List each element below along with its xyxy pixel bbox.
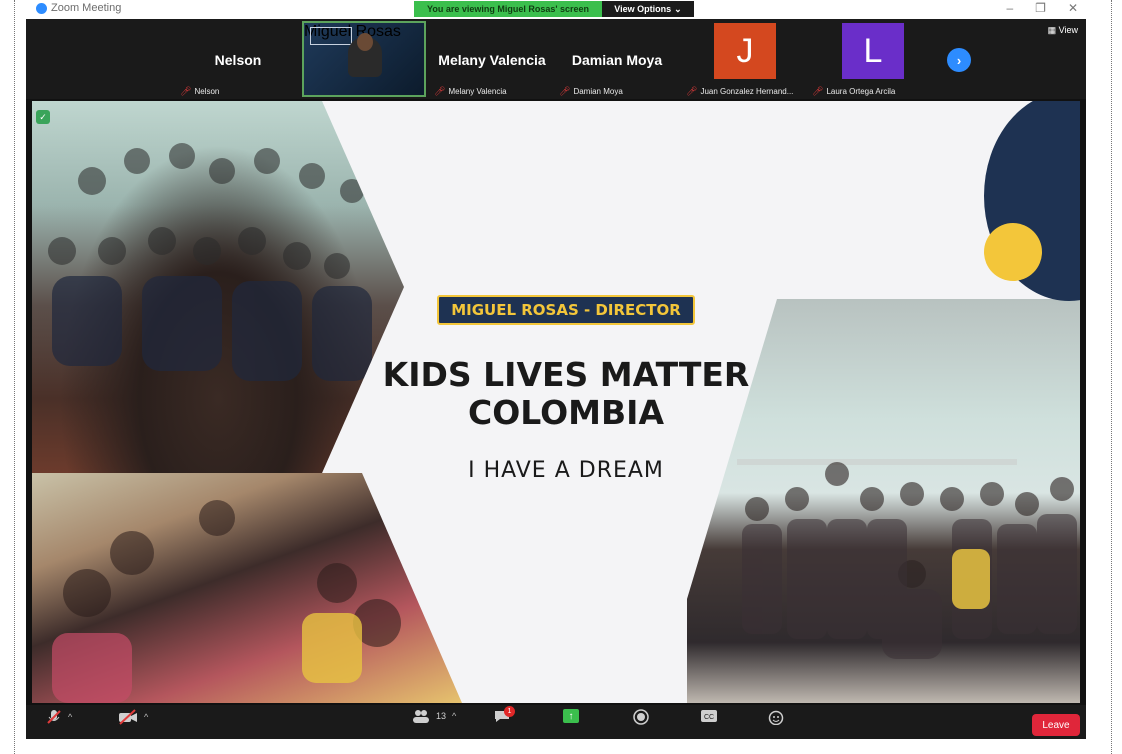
participant-name: Melany Valencia — [438, 52, 546, 68]
view-options-button[interactable]: View Options ⌄ — [602, 1, 694, 17]
participant-label-text: Melany Valencia — [448, 87, 507, 96]
title-bar: Zoom Meeting You are viewing Miguel Rosa… — [26, 0, 1086, 19]
muted-mic-icon: 🎤︎ — [559, 86, 571, 96]
muted-mic-icon: 🎤︎ — [180, 86, 192, 96]
slide-subtitle: MIGUEL ROSAS - DIRECTOR — [437, 295, 695, 325]
view-options-label: View Options — [614, 4, 672, 14]
view-button[interactable]: ▦ View — [1048, 25, 1078, 36]
participant-label: 🎤︎ Melany Valencia — [434, 86, 507, 97]
svg-text:CC: CC — [704, 714, 714, 721]
muted-mic-icon: 🎤︎ — [434, 86, 446, 96]
mute-button[interactable]: ^ — [46, 709, 72, 725]
group-photo-figures — [52, 500, 445, 703]
presentation-slide: ✓ MIGUEL ROSAS - DIRECTOR KIDS LIVES MAT… — [32, 101, 1080, 703]
record-icon — [633, 709, 649, 725]
group-photo-figures — [48, 143, 372, 381]
participant-name: Damian Moya — [571, 52, 663, 68]
chevron-up-icon[interactable]: ^ — [144, 712, 148, 722]
chevron-up-icon[interactable]: ^ — [68, 712, 72, 722]
headline-line-1: KIDS LIVES MATTER — [382, 355, 750, 394]
zoom-logo-icon — [36, 2, 47, 14]
live-transcript-button[interactable]: CC — [700, 709, 718, 723]
avatar: J — [714, 23, 776, 79]
share-screen-icon: ↑ — [563, 709, 579, 723]
security-shield-icon[interactable]: ✓ — [36, 110, 50, 124]
record-button[interactable] — [633, 709, 649, 725]
viewing-banner: You are viewing Miguel Rosas' screen — [414, 1, 602, 17]
participant-label: 🎤︎ Juan Gonzalez Hernand... — [686, 86, 793, 97]
leave-button[interactable]: Leave — [1032, 714, 1080, 736]
live-transcript-icon: CC — [701, 710, 717, 722]
muted-mic-icon: 🎤︎ — [686, 86, 698, 96]
app-title: Zoom Meeting — [36, 2, 121, 14]
chevron-down-icon: ⌄ — [674, 3, 682, 14]
participants-button[interactable]: 13 ^ — [412, 709, 456, 723]
participant-label: 🎤︎ Laura Ortega Arcila — [812, 86, 895, 97]
stop-video-icon — [119, 709, 137, 725]
view-button-label: View — [1058, 25, 1078, 35]
participant-tile-juan-gonzalez[interactable]: J 🎤︎ Juan Gonzalez Hernand... — [682, 19, 806, 99]
reactions-icon — [768, 710, 784, 725]
meeting-toolbar: ^ ^ 13 ^ 1 ↑ CC Leave — [26, 705, 1086, 739]
headline-line-2: COLOMBIA — [468, 393, 664, 432]
participant-strip: Nelson 🎤︎ Nelson Miguel Rosas Melany Val… — [26, 19, 1086, 99]
chevron-up-icon[interactable]: ^ — [452, 711, 456, 721]
participant-count: 13 — [436, 711, 447, 721]
restore-icon[interactable]: ❐ — [1035, 1, 1046, 15]
window-controls: – ❐ ✕ — [1006, 1, 1078, 15]
shared-screen: ✓ MIGUEL ROSAS - DIRECTOR KIDS LIVES MAT… — [26, 99, 1086, 705]
mute-icon — [47, 710, 61, 724]
group-photo-top-left — [32, 101, 404, 473]
university-logo — [310, 27, 352, 45]
minimize-icon[interactable]: – — [1006, 1, 1013, 15]
participant-label-text: Juan Gonzalez Hernand... — [700, 87, 794, 96]
stop-video-button[interactable]: ^ — [118, 709, 148, 725]
chat-button[interactable]: 1 — [494, 706, 515, 723]
participant-tile-nelson[interactable]: Nelson 🎤︎ Nelson — [176, 19, 300, 99]
participant-tile-melany-valencia[interactable]: Melany Valencia 🎤︎ Melany Valencia — [430, 19, 554, 99]
close-icon[interactable]: ✕ — [1068, 1, 1078, 15]
participant-label-text: Damian Moya — [573, 87, 623, 96]
grid-view-icon: ▦ — [1047, 25, 1057, 35]
slide-headline: KIDS LIVES MATTER COLOMBIA — [362, 356, 770, 432]
chevron-right-icon: › — [956, 52, 962, 68]
participant-label: 🎤︎ Damian Moya — [559, 86, 623, 97]
participant-tile-laura-ortega[interactable]: L 🎤︎ Laura Ortega Arcila — [808, 19, 932, 99]
participant-tile-miguel-rosas[interactable]: Miguel Rosas — [302, 21, 426, 97]
group-photo-bottom-left — [32, 473, 462, 703]
participant-label-text: Nelson — [194, 87, 220, 96]
muted-mic-icon: 🎤︎ — [812, 86, 824, 96]
reactions-button[interactable] — [768, 709, 784, 725]
participant-label: 🎤︎ Nelson — [180, 86, 219, 97]
share-screen-button[interactable]: ↑ — [563, 709, 579, 723]
participants-icon — [413, 710, 429, 723]
chat-badge: 1 — [504, 706, 515, 717]
app-title-text: Zoom Meeting — [51, 2, 122, 14]
avatar: L — [842, 23, 904, 79]
participant-name: Nelson — [214, 52, 262, 68]
next-page-button[interactable]: › — [947, 48, 971, 72]
slide-tagline: I HAVE A DREAM — [468, 458, 664, 483]
speaker-video-head — [357, 33, 373, 51]
decorative-yellow-circle — [984, 223, 1042, 281]
participant-label-text: Laura Ortega Arcila — [826, 87, 896, 96]
participant-tile-damian-moya[interactable]: Damian Moya 🎤︎ Damian Moya — [555, 19, 679, 99]
